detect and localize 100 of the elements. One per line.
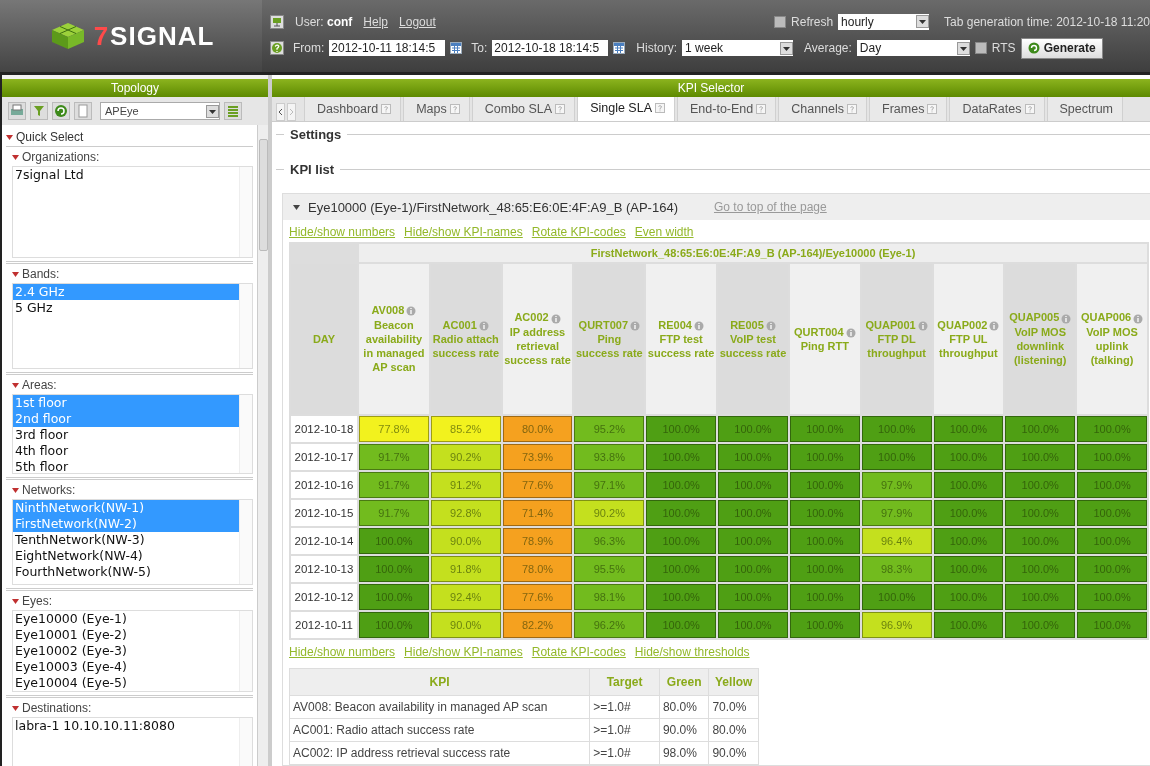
- help-icon[interactable]: [270, 41, 284, 55]
- info-icon[interactable]: [630, 320, 641, 331]
- caret-icon[interactable]: [12, 486, 19, 494]
- history-select[interactable]: 1 week: [682, 40, 794, 56]
- info-icon[interactable]: [478, 320, 489, 331]
- kpi-cell: 100.0%: [718, 472, 788, 498]
- help-icon[interactable]: [655, 102, 665, 113]
- caret-icon[interactable]: [12, 597, 19, 605]
- date-cell: 2012-10-16: [291, 472, 357, 498]
- header-link[interactable]: Logout: [399, 14, 436, 29]
- list-item[interactable]: 5 GHz: [13, 300, 239, 316]
- list-item[interactable]: TenthNetwork(NW-3): [13, 532, 239, 548]
- tab[interactable]: DataRates: [949, 97, 1045, 121]
- help-icon[interactable]: [1024, 103, 1035, 114]
- info-icon[interactable]: [1061, 313, 1072, 324]
- average-select[interactable]: Day: [856, 40, 970, 56]
- help-icon[interactable]: [449, 103, 460, 114]
- kpi-cell: 100.0%: [789, 472, 860, 498]
- date-cell: 2012-10-17: [291, 444, 357, 470]
- tab[interactable]: Combo SLA: [471, 97, 576, 121]
- kpi-cell: 100.0%: [1005, 444, 1076, 470]
- kpi-cell: 100.0%: [646, 444, 717, 470]
- dropdown-icon[interactable]: [206, 104, 219, 118]
- caret-icon[interactable]: [6, 133, 13, 141]
- list-item[interactable]: Eye10000 (Eye-1): [13, 611, 239, 627]
- kpi-cell: 100.0%: [1077, 472, 1147, 498]
- list-item[interactable]: Eye10001 (Eye-2): [13, 627, 239, 643]
- monitor-icon[interactable]: [270, 14, 284, 29]
- to-date-field[interactable]: 2012-10-18 18:14:5: [492, 40, 609, 56]
- from-date-field[interactable]: 2012-10-11 18:14:5: [329, 40, 446, 56]
- list-icon[interactable]: [224, 102, 242, 120]
- list-item[interactable]: labra-1 10.10.10.11:8080: [13, 718, 239, 734]
- list-item[interactable]: Eye10003 (Eye-4): [13, 659, 239, 675]
- print-icon[interactable]: [8, 102, 26, 120]
- blank-page-icon[interactable]: [74, 102, 92, 120]
- info-icon[interactable]: [917, 320, 928, 331]
- info-icon[interactable]: [989, 320, 1000, 331]
- dropdown-icon[interactable]: [956, 41, 970, 55]
- table-cell: AC001: Radio attach success rate: [289, 718, 590, 742]
- help-icon[interactable]: [927, 103, 938, 114]
- kpi-cell: 80.0%: [502, 416, 573, 442]
- tab[interactable]: Dashboard: [304, 97, 402, 121]
- info-icon[interactable]: [406, 306, 417, 317]
- view-select[interactable]: APEye: [100, 102, 220, 120]
- scrollbar[interactable]: [257, 125, 268, 766]
- tab[interactable]: Spectrum: [1046, 97, 1123, 121]
- list-item[interactable]: 7signal Ltd: [13, 167, 239, 183]
- dropdown-icon[interactable]: [780, 41, 794, 55]
- info-icon[interactable]: [693, 320, 704, 331]
- kpi-cell: 77.8%: [359, 416, 429, 442]
- tab[interactable]: Maps: [403, 97, 470, 121]
- caret-icon[interactable]: [12, 704, 19, 712]
- generate-button[interactable]: Generate: [1020, 37, 1103, 59]
- checkbox[interactable]: [974, 42, 987, 54]
- user-label: User: conf: [295, 14, 353, 29]
- table-cell: 90.0%: [659, 718, 709, 742]
- dropdown-icon[interactable]: [916, 15, 930, 28]
- history-label: History:: [636, 41, 678, 55]
- info-icon[interactable]: [765, 320, 776, 331]
- tab[interactable]: End-to-End: [677, 97, 777, 121]
- list-item[interactable]: 5th floor: [13, 459, 239, 475]
- checkbox[interactable]: [774, 15, 787, 28]
- caret-icon[interactable]: [293, 203, 300, 211]
- help-icon[interactable]: [555, 103, 566, 114]
- list-item[interactable]: 4th floor: [13, 443, 239, 459]
- scroll-left-icon[interactable]: [276, 102, 285, 121]
- kpi-cell: 100.0%: [718, 444, 788, 470]
- kpi-cell: 100.0%: [646, 472, 717, 498]
- header-link[interactable]: Help: [363, 14, 389, 29]
- column-header: Green: [659, 668, 709, 696]
- list-item[interactable]: Eye10004 (Eye-5): [13, 675, 239, 691]
- list-item[interactable]: EightNetwork(NW-4): [13, 548, 239, 564]
- help-icon[interactable]: [847, 103, 858, 114]
- tab[interactable]: Channels: [778, 97, 868, 121]
- list-item[interactable]: Eye10002 (Eye-3): [13, 643, 239, 659]
- info-icon[interactable]: [550, 313, 561, 324]
- help-icon[interactable]: [756, 103, 767, 114]
- list-item[interactable]: FourthNetwork(NW-5): [13, 564, 239, 580]
- kpi-cell: 96.3%: [574, 528, 645, 554]
- help-icon[interactable]: [381, 103, 392, 114]
- panel-title: Topology: [2, 79, 268, 97]
- kpi-cell: 100.0%: [1005, 528, 1076, 554]
- tab[interactable]: Single SLA: [577, 97, 675, 121]
- kpi-cell: 100.0%: [359, 556, 429, 582]
- caret-icon[interactable]: [12, 153, 19, 161]
- kpi-cell: 100.0%: [861, 584, 932, 610]
- filter-icon[interactable]: [30, 102, 48, 120]
- table-cell: 80.0%: [708, 718, 759, 742]
- logo-mark: 7: [93, 20, 109, 52]
- refresh-icon[interactable]: [52, 102, 70, 120]
- fieldset-legend: Settings: [290, 127, 342, 143]
- info-icon[interactable]: [845, 327, 856, 338]
- info-icon[interactable]: [1133, 313, 1144, 324]
- list-item[interactable]: 3rd floor: [13, 427, 239, 443]
- tab[interactable]: Frames: [869, 97, 948, 121]
- caret-icon[interactable]: [12, 381, 19, 389]
- kpi-cell: 100.0%: [646, 528, 717, 554]
- refresh-select[interactable]: hourly: [838, 13, 930, 30]
- kpi-cell: 90.2%: [574, 500, 645, 526]
- caret-icon[interactable]: [12, 270, 19, 278]
